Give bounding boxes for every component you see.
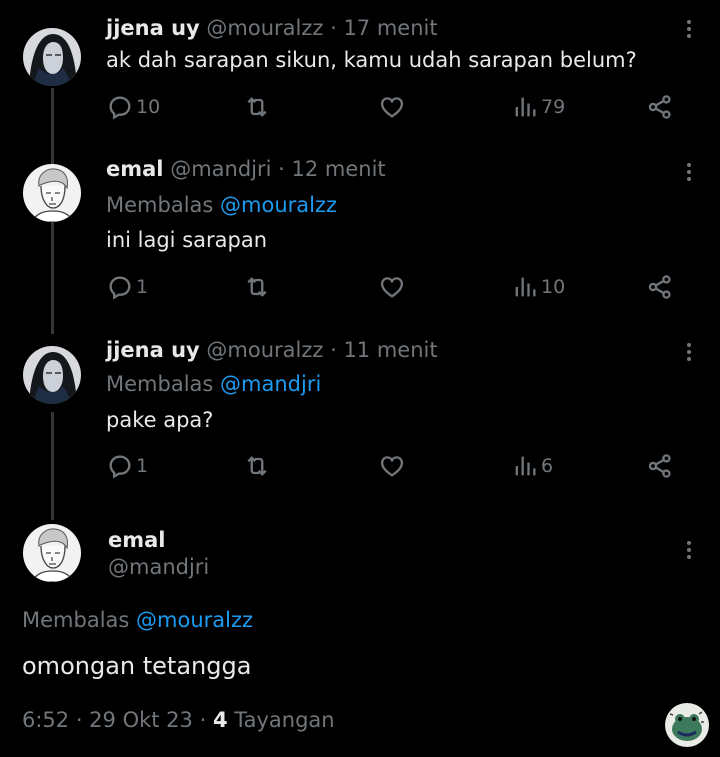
reply-button[interactable]: 1 xyxy=(106,273,148,301)
display-name[interactable]: jjena uy xyxy=(106,338,200,362)
retweet-button[interactable] xyxy=(243,273,271,301)
reply-icon xyxy=(106,93,134,121)
mention-link[interactable]: @mouralzz xyxy=(136,608,253,632)
username[interactable]: @mandjri xyxy=(170,157,271,181)
display-name[interactable]: jjena uy xyxy=(106,16,200,40)
retweet-button[interactable] xyxy=(243,452,271,480)
more-icon[interactable] xyxy=(687,20,693,38)
action-bar: 1 6 xyxy=(106,452,676,484)
views-icon xyxy=(511,93,539,121)
retweet-icon xyxy=(243,452,271,480)
tweet-text: ini lagi sarapan xyxy=(106,228,268,252)
views-button[interactable]: 6 xyxy=(511,452,553,480)
display-name[interactable]: emal xyxy=(106,157,164,181)
retweet-button[interactable] xyxy=(243,93,271,121)
views-label: Tayangan xyxy=(234,708,335,732)
mention-link[interactable]: @mandjri xyxy=(220,372,321,396)
retweet-icon xyxy=(243,273,271,301)
views-icon xyxy=(511,273,539,301)
avatar[interactable] xyxy=(23,28,81,86)
like-button[interactable] xyxy=(378,452,406,480)
tweet-text: omongan tetangga xyxy=(22,652,252,680)
tweet-text: ak dah sarapan sikun, kamu udah sarapan … xyxy=(106,48,637,72)
replying-to: Membalas @mandjri xyxy=(106,370,321,398)
username[interactable]: @mouralzz xyxy=(206,16,323,40)
action-bar: 10 79 xyxy=(106,93,676,125)
views-icon xyxy=(511,452,539,480)
reply-icon xyxy=(106,273,134,301)
replying-to: Membalas @mouralzz xyxy=(106,191,337,219)
like-button[interactable] xyxy=(378,93,406,121)
tweet-header: jjena uy @mouralzz · 17 menit xyxy=(106,14,438,42)
share-icon xyxy=(646,273,674,301)
like-icon xyxy=(378,273,406,301)
reply-count: 1 xyxy=(136,455,149,477)
like-button[interactable] xyxy=(378,273,406,301)
thread-line xyxy=(51,412,54,520)
share-button[interactable] xyxy=(646,93,674,121)
replying-to: Membalas @mouralzz xyxy=(22,608,253,632)
avatar[interactable] xyxy=(23,164,81,222)
timestamp[interactable]: · 11 menit xyxy=(330,338,438,362)
timestamp[interactable]: 6:52 · 29 Okt 23 · xyxy=(22,708,206,732)
username[interactable]: @mouralzz xyxy=(206,338,323,362)
timestamp[interactable]: · 17 menit xyxy=(330,16,438,40)
replying-to-label: Membalas xyxy=(106,193,214,217)
views-count: 10 xyxy=(541,276,566,298)
avatar[interactable] xyxy=(23,346,81,404)
reply-icon xyxy=(106,452,134,480)
frog-sticker-icon xyxy=(665,703,709,747)
reply-count: 1 xyxy=(136,276,149,298)
like-icon xyxy=(378,93,406,121)
views-count: 6 xyxy=(541,455,554,477)
share-button[interactable] xyxy=(646,452,674,480)
share-icon xyxy=(646,93,674,121)
views-count: 4 xyxy=(212,708,228,732)
views-button[interactable]: 10 xyxy=(511,273,565,301)
display-name[interactable]: emal xyxy=(108,528,166,552)
replying-to-label: Membalas xyxy=(106,372,214,396)
timestamp[interactable]: · 12 menit xyxy=(278,157,386,181)
reply-count: 10 xyxy=(136,96,161,118)
views-button[interactable]: 79 xyxy=(511,93,565,121)
share-icon xyxy=(646,452,674,480)
more-icon[interactable] xyxy=(687,163,693,181)
avatar[interactable] xyxy=(23,524,81,582)
mention-link[interactable]: @mouralzz xyxy=(220,193,337,217)
replying-to-label: Membalas xyxy=(22,608,130,632)
reply-button[interactable]: 1 xyxy=(106,452,148,480)
tweet-meta: 6:52 · 29 Okt 23 · 4 Tayangan xyxy=(22,708,335,732)
username[interactable]: @mandjri xyxy=(108,555,209,579)
tweet-header: emal @mandjri · 12 menit xyxy=(106,155,386,183)
tweet-text: pake apa? xyxy=(106,408,214,432)
more-icon[interactable] xyxy=(687,343,693,361)
action-bar: 1 10 xyxy=(106,273,676,305)
like-icon xyxy=(378,452,406,480)
retweet-icon xyxy=(243,93,271,121)
share-button[interactable] xyxy=(646,273,674,301)
tweet-header: jjena uy @mouralzz · 11 menit xyxy=(106,336,438,364)
more-icon[interactable] xyxy=(687,541,693,559)
views-count: 79 xyxy=(541,96,566,118)
reply-button[interactable]: 10 xyxy=(106,93,160,121)
